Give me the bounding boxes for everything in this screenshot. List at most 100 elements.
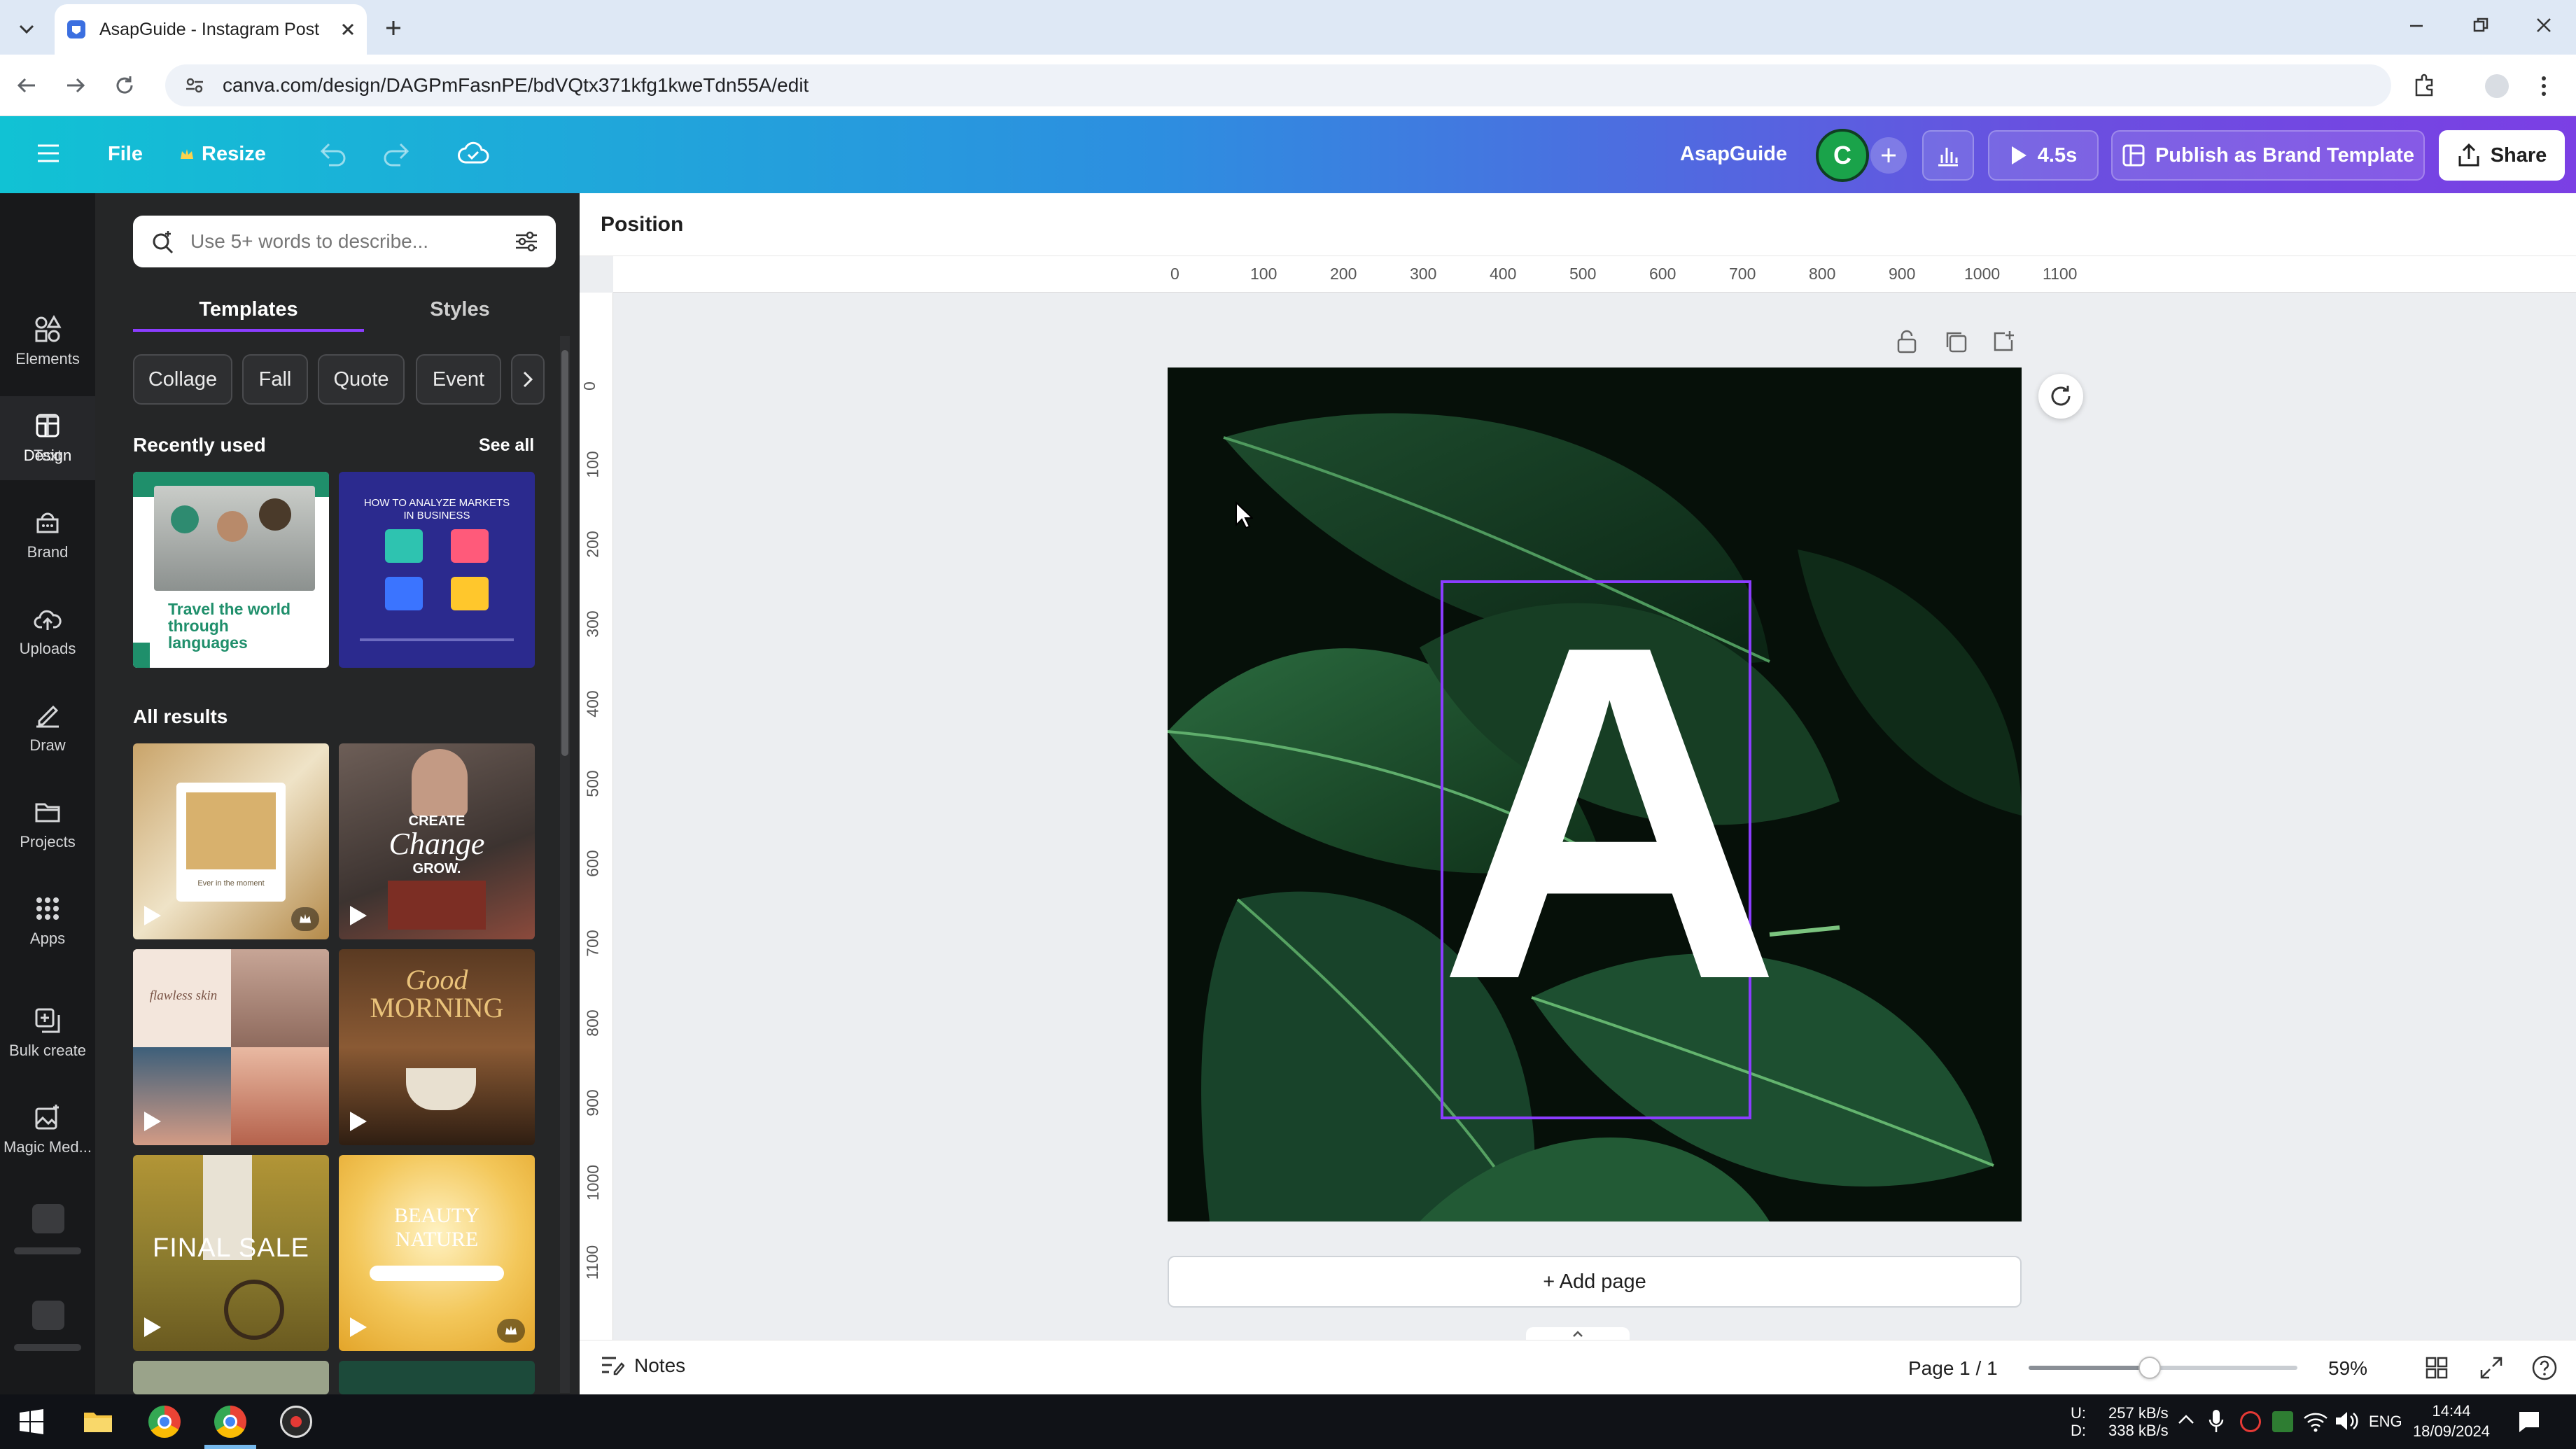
browser-tab-active[interactable]: AsapGuide - Instagram Post — [55, 4, 367, 55]
chevron-up-icon[interactable] — [2177, 1413, 2195, 1427]
recent-template-1[interactable]: Travel the world through languages — [133, 472, 329, 668]
tab-search-button[interactable] — [13, 15, 41, 43]
record-indicator-icon[interactable] — [2240, 1411, 2261, 1432]
result-template-6[interactable]: BEAUTY NATURE — [339, 1155, 535, 1351]
notifications-icon[interactable] — [2517, 1410, 2541, 1434]
chip-label: Event — [432, 368, 485, 391]
filter-chip-collage[interactable]: Collage — [133, 354, 232, 405]
page-navigator-toggle[interactable] — [1526, 1327, 1630, 1341]
insights-button[interactable] — [1922, 130, 1974, 181]
hamburger-menu-icon[interactable] — [36, 143, 60, 164]
window-restore-button[interactable] — [2472, 17, 2500, 38]
see-all-link[interactable]: See all — [479, 435, 534, 456]
net-down-speed: 338 kB/s — [2108, 1422, 2169, 1440]
present-button[interactable]: 4.5s — [1988, 130, 2099, 181]
ruler-tick-label: 1100 — [583, 1245, 602, 1280]
windows-start-icon[interactable] — [18, 1408, 45, 1435]
panel-scrollbar-thumb[interactable] — [561, 350, 568, 756]
filter-chip-quote[interactable]: Quote — [318, 354, 405, 405]
lock-icon[interactable] — [1896, 329, 1918, 354]
zoom-percent[interactable]: 59% — [2328, 1357, 2367, 1380]
rail-item-apps[interactable]: Apps — [0, 879, 95, 963]
tray-app-icon[interactable] — [2272, 1411, 2293, 1432]
zoom-slider[interactable] — [2029, 1357, 2297, 1379]
tab-styles[interactable]: Styles — [364, 290, 556, 329]
rail-item-bulk-create[interactable]: Bulk create — [0, 991, 95, 1075]
ruler-tick-label: 100 — [1250, 265, 1278, 283]
share-button[interactable]: Share — [2439, 130, 2565, 181]
rail-label: Apps — [29, 930, 66, 947]
page-indicator[interactable]: Page 1 / 1 — [1908, 1357, 1998, 1380]
position-button[interactable]: Position — [601, 213, 683, 237]
back-icon[interactable] — [15, 74, 38, 97]
template-search-input[interactable]: Use 5+ words to describe... — [133, 216, 556, 267]
window-minimize-button[interactable] — [2408, 17, 2436, 38]
help-icon[interactable] — [2531, 1354, 2558, 1381]
cloud-saved-icon[interactable] — [456, 139, 490, 168]
tab-templates[interactable]: Templates — [133, 290, 364, 329]
add-page-button[interactable]: + Add page — [1168, 1256, 2022, 1308]
chips-scroll-right-button[interactable] — [511, 354, 545, 405]
team-name[interactable]: AsapGuide — [1680, 143, 1787, 166]
rail-placeholder-app[interactable] — [32, 1204, 64, 1233]
new-tab-button[interactable] — [378, 13, 409, 43]
wifi-icon[interactable] — [2303, 1410, 2328, 1432]
recent-template-2[interactable]: HOW TO ANALYZE MARKETS IN BUSINESS — [339, 472, 535, 668]
canvas-letter-text[interactable]: A — [1438, 575, 1782, 1051]
resize-button[interactable]: Resize — [179, 143, 266, 166]
rail-item-brand[interactable]: Brand — [0, 493, 95, 577]
screen-recorder-icon[interactable] — [280, 1406, 312, 1438]
rail-item-text[interactable]: Text — [0, 396, 95, 480]
extensions-icon[interactable] — [2412, 73, 2437, 98]
rail-label: Draw — [29, 736, 66, 754]
zoom-slider-handle[interactable] — [2138, 1357, 2161, 1379]
clock[interactable]: 14:44 18/09/2024 — [2409, 1401, 2493, 1441]
filter-sliders-icon[interactable] — [514, 229, 539, 254]
result-template-7[interactable] — [133, 1361, 329, 1394]
avatar[interactable]: C — [1816, 129, 1869, 182]
design-page[interactable]: A — [1168, 368, 2022, 1222]
forward-icon[interactable] — [64, 74, 87, 97]
undo-icon[interactable] — [318, 140, 349, 168]
notes-button[interactable]: Notes — [601, 1354, 685, 1377]
result-template-1[interactable]: Ever in the moment — [133, 743, 329, 939]
reload-icon[interactable] — [113, 74, 136, 97]
magic-refresh-button[interactable] — [2038, 374, 2083, 419]
close-icon[interactable] — [340, 22, 356, 37]
language-indicator[interactable]: ENG — [2369, 1413, 2402, 1431]
rail-item-draw[interactable]: Draw — [0, 686, 95, 770]
more-vertical-icon[interactable] — [2537, 74, 2551, 98]
site-settings-icon[interactable] — [185, 76, 204, 95]
result-template-4[interactable]: Good MORNING — [339, 949, 535, 1145]
filter-chip-fall[interactable]: Fall — [242, 354, 308, 405]
fullscreen-icon[interactable] — [2479, 1356, 2503, 1380]
result-template-5[interactable]: FINAL SALE — [133, 1155, 329, 1351]
publish-brand-template-button[interactable]: Publish as Brand Template — [2111, 130, 2425, 181]
result-template-2[interactable]: CREATE Change GROW. — [339, 743, 535, 939]
rail-item-magic-media[interactable]: Magic Med... — [0, 1088, 95, 1172]
rail-placeholder-app[interactable] — [32, 1301, 64, 1330]
file-explorer-icon[interactable] — [83, 1407, 113, 1435]
rail-item-projects[interactable]: Projects — [0, 783, 95, 867]
volume-icon[interactable] — [2334, 1410, 2359, 1432]
address-bar[interactable]: canva.com/design/DAGPmFasnPE/bdVQtx371kf… — [165, 64, 2391, 106]
rail-item-uploads[interactable]: Uploads — [0, 589, 95, 673]
invite-button[interactable] — [1870, 137, 1907, 174]
microphone-icon[interactable] — [2208, 1408, 2225, 1434]
result-template-3[interactable]: flawless skin — [133, 949, 329, 1145]
duplicate-page-icon[interactable] — [1943, 329, 1968, 354]
result-template-8[interactable] — [339, 1361, 535, 1394]
play-icon — [144, 1317, 161, 1337]
chrome-icon[interactable] — [214, 1406, 246, 1438]
rail-item-elements[interactable]: Elements — [0, 300, 95, 384]
chrome-icon[interactable] — [148, 1406, 181, 1438]
window-close-button[interactable] — [2535, 17, 2563, 38]
redo-icon[interactable] — [381, 140, 412, 168]
profile-avatar[interactable] — [2485, 74, 2509, 98]
add-page-icon[interactable] — [1991, 329, 2016, 354]
file-menu-button[interactable]: File — [108, 143, 143, 166]
filter-chip-event[interactable]: Event — [416, 354, 501, 405]
upload-share-icon — [2458, 144, 2479, 167]
grid-view-icon[interactable] — [2425, 1356, 2449, 1380]
text-t-icon — [38, 415, 57, 436]
